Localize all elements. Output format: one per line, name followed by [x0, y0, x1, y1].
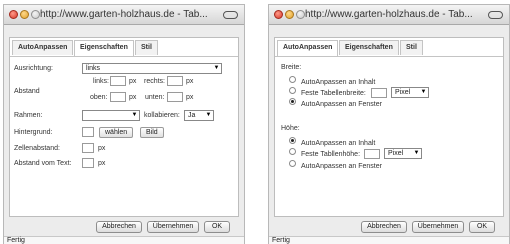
close-window-button[interactable]	[9, 10, 18, 19]
tab-autoanpassen[interactable]: AutoAnpassen	[12, 40, 74, 55]
tab-stil[interactable]: Stil	[135, 40, 158, 55]
width-fixed-radio[interactable]	[289, 87, 296, 94]
px-unit: px	[98, 160, 106, 167]
zoom-window-button[interactable]	[296, 10, 305, 19]
ausrichtung-value: links	[86, 65, 101, 72]
status-bar: Fertig	[269, 236, 509, 244]
oben-label: oben:	[90, 94, 108, 101]
choose-color-button[interactable]: wählen	[99, 127, 134, 138]
table-width-input[interactable]	[371, 88, 387, 98]
margin-right-input[interactable]	[167, 76, 183, 86]
tab-divider	[10, 56, 238, 57]
abstand-text-label: Abstand vom Text:	[14, 160, 72, 167]
cancel-button[interactable]: Abbrechen	[361, 221, 407, 233]
ok-button[interactable]: OK	[204, 221, 230, 233]
title-bar: http://www.garten-holzhaus.de - Tab...	[4, 5, 244, 25]
width-auto-content-radio[interactable]	[289, 76, 296, 83]
unten-label: unten:	[145, 94, 165, 101]
height-unit-value: Pixel	[388, 150, 404, 157]
width-auto-window-label: AutoAnpassen an Fenster	[301, 101, 382, 108]
chevron-down-icon: ▼	[213, 65, 220, 71]
width-auto-content-label: AutoAnpassen an Inhalt	[301, 79, 376, 86]
width-fixed-label: Feste Tabellenbreite:	[301, 90, 366, 97]
zellenabstand-label: Zellenabstand:	[14, 145, 60, 152]
width-unit-value: Pixel	[395, 89, 411, 96]
tab-divider	[275, 56, 503, 57]
px-unit: px	[186, 94, 194, 101]
title-bar: http://www.garten-holzhaus.de - Tab...	[269, 5, 509, 25]
links-label: links:	[93, 78, 109, 85]
dialog-window-autoanpassen: http://www.garten-holzhaus.de - Tab... A…	[268, 4, 510, 244]
tab-panel: AutoAnpassen Eigenschaften Stil Ausricht…	[9, 37, 239, 217]
hintergrund-label: Hintergrund:	[14, 129, 53, 136]
chevron-down-icon: ▼	[131, 112, 138, 118]
margin-top-input[interactable]	[110, 92, 126, 102]
ok-button[interactable]: OK	[469, 221, 495, 233]
px-unit: px	[98, 145, 106, 152]
minimize-window-button[interactable]	[20, 10, 29, 19]
kollabieren-value: Ja	[188, 112, 196, 119]
status-bar: Fertig	[4, 236, 244, 244]
margin-bottom-input[interactable]	[167, 92, 183, 102]
toolbar-toggle-icon[interactable]	[488, 11, 503, 19]
abstand-label: Abstand	[14, 88, 40, 95]
rahmen-select[interactable]: ▼	[82, 110, 140, 121]
px-unit: px	[129, 94, 137, 101]
rechts-label: rechts:	[144, 78, 166, 85]
height-unit-select[interactable]: Pixel ▼	[384, 148, 422, 159]
height-auto-window-label: AutoAnpassen an Fenster	[301, 163, 382, 170]
width-unit-select[interactable]: Pixel ▼	[391, 87, 429, 98]
tab-eigenschaften[interactable]: Eigenschaften	[74, 40, 134, 56]
background-image-button[interactable]: Bild	[140, 127, 164, 138]
height-auto-window-radio[interactable]	[289, 160, 296, 167]
tab-eigenschaften[interactable]: Eigenschaften	[339, 40, 399, 55]
window-title: http://www.garten-holzhaus.de - Tab...	[40, 9, 208, 20]
ausrichtung-select[interactable]: links ▼	[82, 63, 222, 74]
height-auto-content-label: AutoAnpassen an Inhalt	[301, 140, 376, 147]
cancel-button[interactable]: Abbrechen	[96, 221, 142, 233]
table-height-input[interactable]	[364, 149, 380, 159]
minimize-window-button[interactable]	[285, 10, 294, 19]
close-window-button[interactable]	[274, 10, 283, 19]
tab-autoanpassen[interactable]: AutoAnpassen	[277, 40, 339, 56]
px-unit: px	[186, 78, 194, 85]
tab-stil[interactable]: Stil	[400, 40, 423, 55]
kollabieren-label: kollabieren:	[144, 112, 180, 119]
height-fixed-label: Feste Tabllenhöhe:	[301, 151, 361, 158]
dialog-window-eigenschaften: http://www.garten-holzhaus.de - Tab... A…	[3, 4, 245, 244]
height-fixed-radio[interactable]	[289, 148, 296, 155]
apply-button[interactable]: Übernehmen	[412, 221, 464, 233]
window-title: http://www.garten-holzhaus.de - Tab...	[305, 9, 473, 20]
apply-button[interactable]: Übernehmen	[147, 221, 199, 233]
background-color-swatch[interactable]	[82, 127, 94, 137]
cellpadding-input[interactable]	[82, 158, 94, 168]
hoehe-heading: Höhe:	[281, 125, 300, 132]
chevron-down-icon: ▼	[205, 112, 212, 118]
zoom-window-button[interactable]	[31, 10, 40, 19]
chevron-down-icon: ▼	[413, 150, 420, 156]
cellspacing-input[interactable]	[82, 143, 94, 153]
px-unit: px	[129, 78, 137, 85]
margin-left-input[interactable]	[110, 76, 126, 86]
height-auto-content-radio[interactable]	[289, 137, 296, 144]
width-auto-window-radio[interactable]	[289, 98, 296, 105]
tab-panel: AutoAnpassen Eigenschaften Stil Breite: …	[274, 37, 504, 217]
chevron-down-icon: ▼	[420, 89, 427, 95]
breite-heading: Breite:	[281, 64, 302, 71]
kollabieren-select[interactable]: Ja ▼	[184, 110, 214, 121]
toolbar-toggle-icon[interactable]	[223, 11, 238, 19]
rahmen-label: Rahmen:	[14, 112, 43, 119]
ausrichtung-label: Ausrichtung:	[14, 65, 53, 72]
